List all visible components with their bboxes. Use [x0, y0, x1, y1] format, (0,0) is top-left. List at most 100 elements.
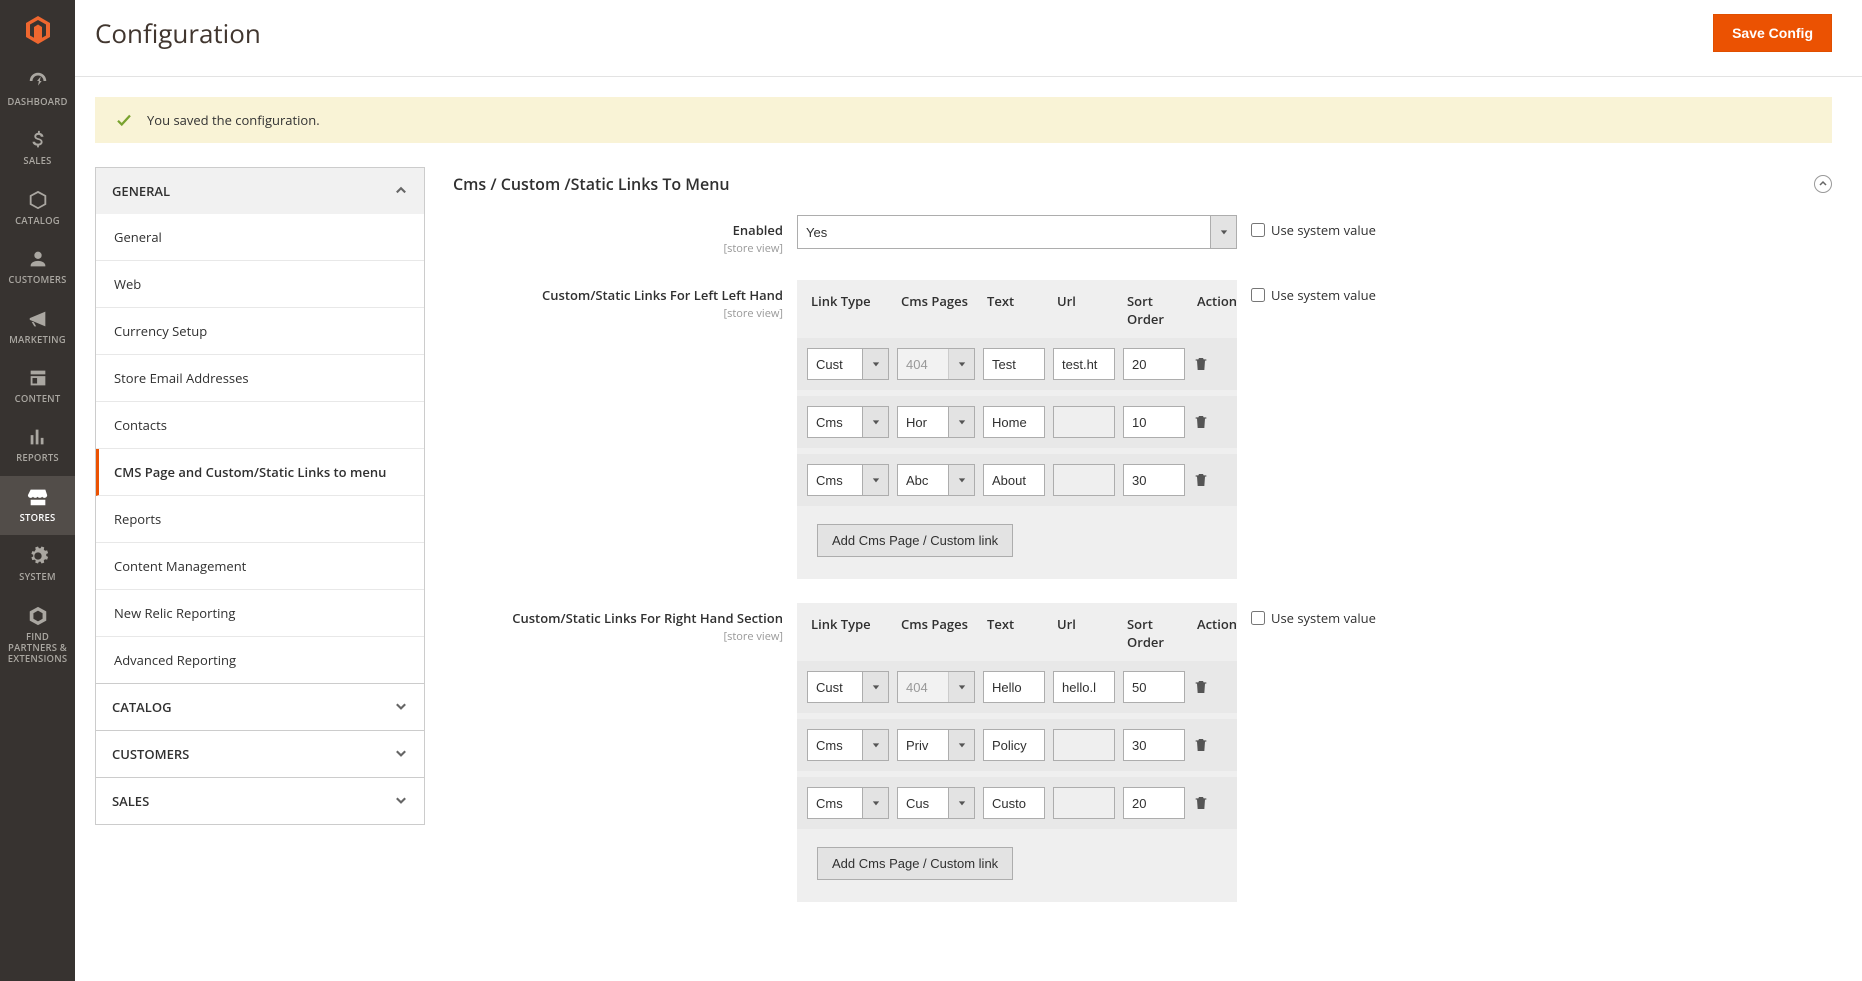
- right-table-header: Link TypeCms PagesTextUrlSort OrderActio…: [797, 603, 1237, 661]
- text-input[interactable]: [983, 729, 1045, 761]
- save-config-button[interactable]: Save Config: [1713, 14, 1832, 52]
- left-scope: [store view]: [453, 306, 783, 321]
- section-title: Cms / Custom /Static Links To Menu: [453, 173, 730, 195]
- sidebar-item[interactable]: Web: [96, 261, 424, 308]
- config-sidebar: GENERALGeneralWebCurrency SetupStore Ema…: [95, 167, 425, 824]
- sort-input[interactable]: [1123, 406, 1185, 438]
- sort-input[interactable]: [1123, 787, 1185, 819]
- chevron-down-icon[interactable]: [948, 788, 974, 818]
- delete-row-button[interactable]: [1193, 737, 1209, 753]
- right-system-value[interactable]: Use system value: [1251, 603, 1411, 627]
- nav-item-dashboard[interactable]: DASHBOARD: [0, 60, 75, 119]
- cms-page-select[interactable]: [897, 729, 975, 761]
- nav-item-stores[interactable]: STORES: [0, 476, 75, 535]
- right-add-button[interactable]: Add Cms Page / Custom link: [817, 847, 1013, 880]
- sort-input[interactable]: [1123, 348, 1185, 380]
- enabled-select[interactable]: [797, 215, 1237, 249]
- sidebar-item[interactable]: General: [96, 214, 424, 261]
- chevron-down-icon[interactable]: [948, 407, 974, 437]
- enabled-scope: [store view]: [453, 241, 783, 256]
- cms-page-select[interactable]: [897, 464, 975, 496]
- cms-page-select: [897, 671, 975, 703]
- nav-item-dollar[interactable]: SALES: [0, 119, 75, 178]
- accordion-general[interactable]: GENERAL: [96, 168, 424, 214]
- page-header: Configuration Save Config: [75, 0, 1862, 77]
- right-label: Custom/Static Links For Right Hand Secti…: [512, 609, 783, 627]
- cms-page-select[interactable]: [897, 787, 975, 819]
- text-input[interactable]: [983, 787, 1045, 819]
- left-add-button[interactable]: Add Cms Page / Custom link: [817, 524, 1013, 557]
- delete-row-button[interactable]: [1193, 472, 1209, 488]
- collapse-section-icon[interactable]: [1814, 175, 1832, 193]
- sort-input[interactable]: [1123, 671, 1185, 703]
- customers-icon: [27, 248, 49, 270]
- nav-item-system[interactable]: SYSTEM: [0, 535, 75, 594]
- enabled-value[interactable]: [798, 216, 1210, 248]
- text-input[interactable]: [983, 464, 1045, 496]
- chevron-down-icon[interactable]: [862, 672, 888, 702]
- chevron-down-icon: [948, 349, 974, 379]
- chevron-down-icon[interactable]: [862, 788, 888, 818]
- content-icon: [27, 367, 49, 389]
- link-type-select[interactable]: [807, 671, 889, 703]
- sidebar-item[interactable]: Contacts: [96, 402, 424, 449]
- sidebar-item[interactable]: CMS Page and Custom/Static Links to menu: [96, 449, 424, 496]
- delete-row-button[interactable]: [1193, 414, 1209, 430]
- magento-logo[interactable]: [0, 0, 75, 60]
- enabled-system-value[interactable]: Use system value: [1251, 215, 1411, 239]
- nav-item-content[interactable]: CONTENT: [0, 357, 75, 416]
- text-input[interactable]: [983, 348, 1045, 380]
- accordion-catalog[interactable]: CATALOG: [96, 684, 424, 730]
- chevron-icon: [394, 747, 408, 761]
- dollar-icon: [27, 129, 49, 151]
- check-icon: [115, 111, 133, 129]
- chevron-down-icon[interactable]: [862, 407, 888, 437]
- chevron-down-icon[interactable]: [862, 465, 888, 495]
- marketing-icon: [27, 308, 49, 330]
- chevron-down-icon[interactable]: [948, 730, 974, 760]
- nav-item-reports[interactable]: REPORTS: [0, 416, 75, 475]
- link-type-select[interactable]: [807, 406, 889, 438]
- field-right-links: Custom/Static Links For Right Hand Secti…: [453, 603, 1832, 902]
- cms-page-select[interactable]: [897, 406, 975, 438]
- nav-item-catalog[interactable]: CATALOG: [0, 179, 75, 238]
- delete-row-button[interactable]: [1193, 356, 1209, 372]
- left-system-checkbox[interactable]: [1251, 288, 1265, 302]
- sidebar-item[interactable]: Advanced Reporting: [96, 637, 424, 683]
- right-links-table: Link TypeCms PagesTextUrlSort OrderActio…: [797, 603, 1237, 902]
- left-row: [797, 338, 1237, 390]
- left-system-value[interactable]: Use system value: [1251, 280, 1411, 304]
- delete-row-button[interactable]: [1193, 795, 1209, 811]
- accordion-customers[interactable]: CUSTOMERS: [96, 731, 424, 777]
- enabled-system-checkbox[interactable]: [1251, 223, 1265, 237]
- nav-item-partners[interactable]: FIND PARTNERS & EXTENSIONS: [0, 595, 75, 677]
- chevron-down-icon[interactable]: [948, 465, 974, 495]
- sidebar-item[interactable]: Store Email Addresses: [96, 355, 424, 402]
- url-input: [1053, 464, 1115, 496]
- link-type-select[interactable]: [807, 729, 889, 761]
- link-type-select[interactable]: [807, 464, 889, 496]
- sidebar-item[interactable]: Reports: [96, 496, 424, 543]
- admin-sidenav: DASHBOARDSALESCATALOGCUSTOMERSMARKETINGC…: [0, 0, 75, 981]
- link-type-select[interactable]: [807, 787, 889, 819]
- link-type-select[interactable]: [807, 348, 889, 380]
- sidebar-item[interactable]: New Relic Reporting: [96, 590, 424, 637]
- sidebar-item[interactable]: Content Management: [96, 543, 424, 590]
- chevron-down-icon[interactable]: [862, 730, 888, 760]
- right-system-checkbox[interactable]: [1251, 611, 1265, 625]
- nav-item-marketing[interactable]: MARKETING: [0, 298, 75, 357]
- url-input[interactable]: [1053, 348, 1115, 380]
- sort-input[interactable]: [1123, 729, 1185, 761]
- text-input[interactable]: [983, 406, 1045, 438]
- text-input[interactable]: [983, 671, 1045, 703]
- field-enabled: Enabled [store view] Use system value: [453, 215, 1832, 256]
- sidebar-item[interactable]: Currency Setup: [96, 308, 424, 355]
- dashboard-icon: [27, 70, 49, 92]
- chevron-down-icon[interactable]: [862, 349, 888, 379]
- delete-row-button[interactable]: [1193, 679, 1209, 695]
- sort-input[interactable]: [1123, 464, 1185, 496]
- url-input[interactable]: [1053, 671, 1115, 703]
- chevron-down-icon[interactable]: [1210, 216, 1236, 248]
- accordion-sales[interactable]: SALES: [96, 778, 424, 824]
- nav-item-customers[interactable]: CUSTOMERS: [0, 238, 75, 297]
